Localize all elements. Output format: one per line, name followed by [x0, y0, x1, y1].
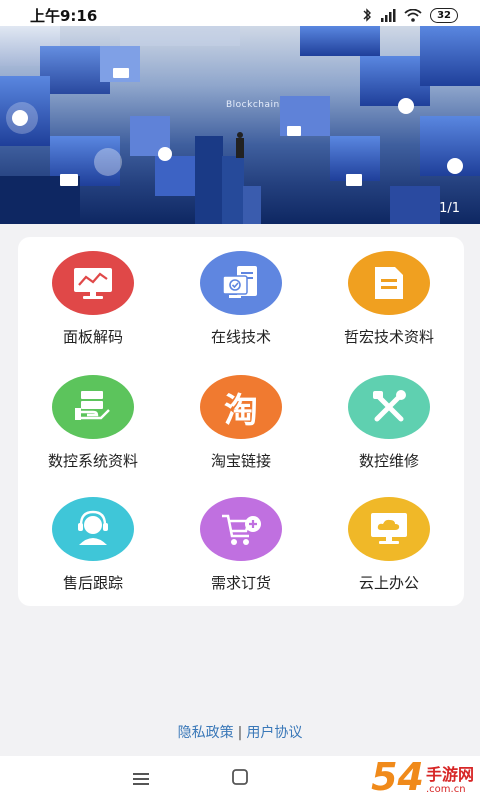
- cloud-monitor-icon: [348, 497, 430, 561]
- watermark-main: 手游网: [425, 765, 474, 784]
- menu-item-label: 需求订货: [210, 574, 271, 592]
- menu-item-order-demand[interactable]: 需求订货: [166, 497, 316, 607]
- menu-item-label: 云上办公: [358, 574, 419, 592]
- privacy-policy-link[interactable]: 隐私政策: [178, 725, 234, 741]
- server-hand-icon: [52, 375, 134, 439]
- watermark-logo: 54 手游网 .com.cn: [371, 758, 474, 796]
- banner-caption: Blockchain: [226, 100, 280, 110]
- taobao-icon: 淘: [200, 375, 282, 439]
- status-icons: 32: [362, 7, 458, 23]
- watermark-number: 54: [371, 755, 424, 799]
- banner-illustration: [0, 26, 480, 224]
- banner-page-counter: 1/1: [439, 201, 460, 216]
- user-agreement-link[interactable]: 用户协议: [246, 725, 302, 741]
- menu-item-label: 在线技术: [210, 328, 271, 346]
- footer-links: 隐私政策 | 用户协议: [0, 722, 480, 742]
- menu-item-taobao-link[interactable]: 淘 淘宝链接: [166, 375, 316, 485]
- cart-add-icon: [200, 497, 282, 561]
- menu-item-label: 数控维修: [358, 452, 419, 470]
- signal-icon: [380, 8, 396, 22]
- monitor-chart-icon: [52, 251, 134, 315]
- feature-grid: 面板解码 在线技术 哲宏技术资料 数控系统资料 淘 淘宝链接 数控维修 售后跟踪…: [18, 237, 464, 606]
- menu-item-cnc-system-docs[interactable]: 数控系统资料: [18, 375, 168, 485]
- menu-item-label: 售后跟踪: [62, 574, 123, 592]
- bluetooth-icon: [362, 8, 372, 22]
- menu-item-label: 淘宝链接: [210, 452, 271, 470]
- menu-icon[interactable]: [133, 770, 149, 789]
- menu-item-panel-decode[interactable]: 面板解码: [18, 251, 168, 361]
- system-nav-bar: 54 手游网 .com.cn: [0, 756, 480, 800]
- watermark-sub: .com.cn: [425, 784, 466, 795]
- watermark-text: 手游网 .com.cn: [426, 766, 474, 796]
- tools-icon: [348, 375, 430, 439]
- document-icon: [348, 251, 430, 315]
- menu-item-label: 面板解码: [62, 328, 123, 346]
- status-time: 上午9:16: [30, 6, 98, 25]
- menu-item-after-sales[interactable]: 售后跟踪: [18, 497, 168, 607]
- devices-check-icon: [200, 251, 282, 315]
- footer-separator: |: [237, 725, 243, 741]
- menu-item-zhehong-docs[interactable]: 哲宏技术资料: [314, 251, 464, 361]
- banner-carousel[interactable]: Blockchain 1/1: [0, 26, 480, 224]
- menu-item-label: 数控系统资料: [47, 452, 138, 470]
- menu-item-cloud-office[interactable]: 云上办公: [314, 497, 464, 607]
- menu-item-cnc-repair[interactable]: 数控维修: [314, 375, 464, 485]
- wifi-icon: [404, 8, 422, 22]
- menu-item-label: 哲宏技术资料: [343, 328, 434, 346]
- menu-item-online-tech[interactable]: 在线技术: [166, 251, 316, 361]
- battery-indicator: 32: [430, 7, 458, 23]
- home-icon[interactable]: [232, 769, 248, 789]
- headset-user-icon: [52, 497, 134, 561]
